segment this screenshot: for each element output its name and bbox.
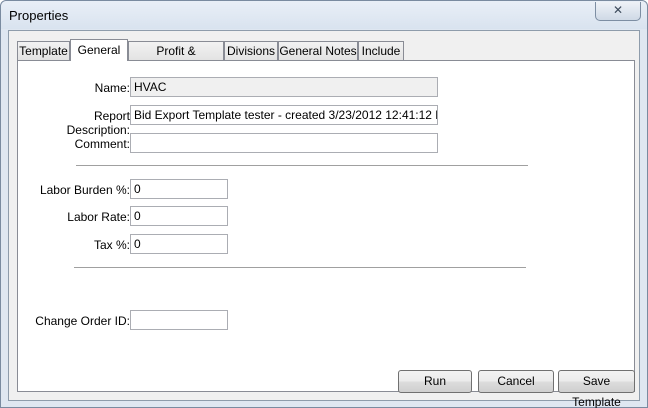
report-description-field[interactable]: Bid Export Template tester - created 3/2… bbox=[130, 105, 438, 125]
tax-label: Tax %: bbox=[93, 238, 130, 252]
tab-general[interactable]: General bbox=[70, 39, 128, 61]
labor-rate-label: Labor Rate: bbox=[67, 210, 130, 224]
separator-bottom bbox=[74, 267, 526, 269]
cancel-button[interactable]: Cancel bbox=[478, 370, 554, 393]
comment-field[interactable] bbox=[130, 133, 438, 153]
tax-field[interactable]: 0 bbox=[130, 234, 228, 254]
report-description-label: Report Description: bbox=[66, 109, 130, 137]
name-field[interactable]: HVAC bbox=[130, 77, 438, 97]
dialog-body: Template General Profit & Overhead Divis… bbox=[8, 30, 640, 401]
close-button[interactable]: ✕ bbox=[595, 2, 641, 21]
labor-burden-field[interactable]: 0 bbox=[130, 179, 228, 199]
tab-template[interactable]: Template bbox=[17, 41, 70, 60]
tab-include[interactable]: Include bbox=[358, 41, 404, 60]
comment-label: Comment: bbox=[74, 137, 130, 151]
properties-dialog: Properties ✕ Template General Profit & O… bbox=[0, 0, 648, 408]
change-order-id-field[interactable] bbox=[130, 310, 228, 330]
labor-rate-field[interactable]: 0 bbox=[130, 206, 228, 226]
change-order-id-label: Change Order ID: bbox=[35, 314, 130, 328]
tab-divisions[interactable]: Divisions bbox=[224, 41, 278, 60]
tab-general-notes[interactable]: General Notes bbox=[278, 41, 358, 60]
run-button[interactable]: Run bbox=[398, 370, 472, 393]
separator-top bbox=[76, 165, 528, 167]
save-template-button[interactable]: Save Template bbox=[558, 370, 635, 408]
window-title: Properties bbox=[9, 8, 69, 23]
labor-burden-label: Labor Burden %: bbox=[39, 183, 130, 197]
tab-profit-overhead[interactable]: Profit & Overhead bbox=[128, 41, 224, 76]
close-icon: ✕ bbox=[612, 3, 624, 17]
name-label: Name: bbox=[94, 81, 130, 95]
general-tab-panel: Name: HVAC Report Description: Bid Expor… bbox=[17, 60, 635, 392]
title-bar[interactable]: Properties ✕ bbox=[1, 1, 647, 29]
